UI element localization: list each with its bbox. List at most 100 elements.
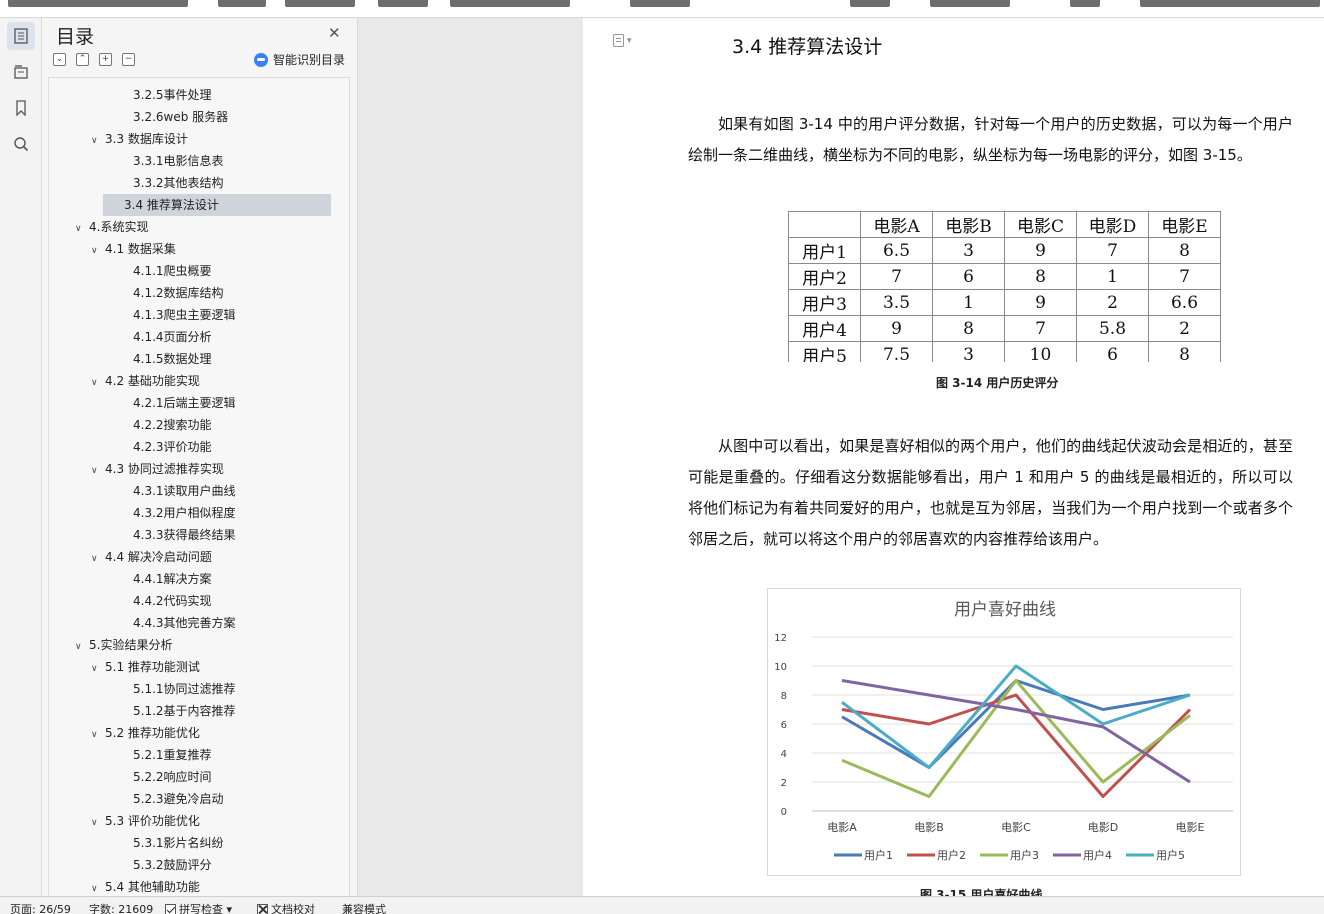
chevron-down-icon[interactable]: ∨ xyxy=(75,636,89,658)
table-cell: 7 xyxy=(1004,315,1077,342)
doc-check-toggle[interactable]: 文档校对 xyxy=(257,901,315,914)
toc-item[interactable]: 5.1.1协同过滤推荐 xyxy=(133,678,236,700)
column-header: 电影A xyxy=(860,211,933,238)
table-cell: 2 xyxy=(1076,289,1149,316)
toc-item[interactable]: 3.3.1电影信息表 xyxy=(133,150,224,172)
toc-item[interactable]: ∨ 4.4 解决冷启动问题 xyxy=(91,546,212,568)
search-icon[interactable] xyxy=(7,130,35,158)
toc-item[interactable]: 4.1.2数据库结构 xyxy=(133,282,224,304)
toc-item-label: 4.3.2用户相似程度 xyxy=(133,506,236,520)
rating-table: 电影A 电影B 电影C 电影D 电影E 用户1 6.5 3 9 7 8 用户2 7 6 8 1 7 用户3 3.5 1… xyxy=(788,211,1221,368)
chapter-nav-icon[interactable] xyxy=(7,58,35,86)
toc-item-label: 3.3.1电影信息表 xyxy=(133,154,224,168)
collapse-all-icon[interactable]: ⌄ xyxy=(53,53,66,66)
toc-item[interactable]: 3.3.2其他表结构 xyxy=(133,172,224,194)
table-cell: 1 xyxy=(932,289,1005,316)
toc-item[interactable]: 3.2.6web 服务器 xyxy=(133,106,228,128)
x-tick-label: 电影B xyxy=(914,821,944,834)
toc-item[interactable]: 4.4.1解决方案 xyxy=(133,568,212,590)
chevron-down-icon[interactable]: ∨ xyxy=(91,372,105,394)
expand-level-icon[interactable]: ⌃ xyxy=(76,53,89,66)
chevron-down-icon[interactable]: ∨ xyxy=(91,724,105,746)
toc-item[interactable]: 4.1.3爬虫主要逻辑 xyxy=(133,304,236,326)
toc-item-label: 5.3.2鼓励评分 xyxy=(133,858,212,872)
chevron-down-icon[interactable]: ∨ xyxy=(91,460,105,482)
toc-item-label: 4.3 协同过滤推荐实现 xyxy=(105,462,224,476)
checkbox-icon xyxy=(257,904,268,914)
toc-item[interactable]: ∨ 3.3 数据库设计 xyxy=(91,128,188,150)
toc-item-label: 4.4.3其他完善方案 xyxy=(133,616,236,630)
smart-toc-button[interactable]: 智能识别目录 xyxy=(254,51,345,68)
toc-item-label: 3.2.6web 服务器 xyxy=(133,110,229,124)
column-header: 电影D xyxy=(1076,211,1149,238)
chevron-down-icon[interactable]: ∨ xyxy=(91,878,105,896)
toc-item[interactable]: 5.2.3避免冷启动 xyxy=(133,788,224,810)
toc-item[interactable]: 4.3.3获得最终结果 xyxy=(133,524,236,546)
toc-item[interactable]: 4.4.2代码实现 xyxy=(133,590,212,612)
remove-heading-icon[interactable]: − xyxy=(122,53,135,66)
toc-item[interactable]: 3.2.5事件处理 xyxy=(133,84,212,106)
toc-item-label: 4.2.3评价功能 xyxy=(133,440,212,454)
toc-item[interactable]: 4.2.2搜索功能 xyxy=(133,414,212,436)
toc-item[interactable]: 4.1.1爬虫概要 xyxy=(133,260,212,282)
chevron-down-icon[interactable]: ∨ xyxy=(91,240,105,262)
toc-item[interactable]: ∨ 4.3 协同过滤推荐实现 xyxy=(91,458,224,480)
table-cell: 3 xyxy=(932,237,1005,264)
toc-item[interactable]: 4.3.2用户相似程度 xyxy=(133,502,236,524)
ai-icon xyxy=(254,52,268,67)
toc-item[interactable]: ∨ 5.1 推荐功能测试 xyxy=(91,656,200,678)
y-tick-label: 0 xyxy=(781,807,787,818)
toc-item[interactable]: 5.2.2响应时间 xyxy=(133,766,212,788)
toc-item[interactable]: 4.4.3其他完善方案 xyxy=(133,612,236,634)
toc-item[interactable]: 5.3.2鼓励评分 xyxy=(133,854,212,876)
chevron-down-icon[interactable]: ∨ xyxy=(91,658,105,680)
toc-item-label: 4.3.1读取用户曲线 xyxy=(133,484,236,498)
chevron-down-icon[interactable]: ∨ xyxy=(75,218,89,240)
add-heading-icon[interactable]: + xyxy=(99,53,112,66)
table-cell: 7 xyxy=(1076,237,1149,264)
chevron-down-icon[interactable]: ∨ xyxy=(91,812,105,834)
page-options-icon[interactable]: ▾ xyxy=(613,34,632,47)
toc-item[interactable]: 4.2.1后端主要逻辑 xyxy=(133,392,236,414)
word-count[interactable]: 字数: 21609 xyxy=(89,901,153,914)
toc-item-label: 4.2 基础功能实现 xyxy=(105,374,200,388)
toc-item[interactable]: 4.2.3评价功能 xyxy=(133,436,212,458)
table-cell: 9 xyxy=(1004,289,1077,316)
bookmark-icon[interactable] xyxy=(7,94,35,122)
toc-item-label: 3.4 推荐算法设计 xyxy=(124,198,219,212)
toc-item[interactable]: ∨ 4.2 基础功能实现 xyxy=(91,370,200,392)
close-icon[interactable]: ✕ xyxy=(328,24,341,42)
toc-item[interactable]: ∨ 4.系统实现 xyxy=(75,216,148,238)
table-row: 用户4 9 8 7 5.8 2 xyxy=(788,315,1221,342)
toc-item-label: 5.2.3避免冷启动 xyxy=(133,792,224,806)
page-count[interactable]: 页面: 26/59 xyxy=(10,901,71,914)
table-cell: 6.5 xyxy=(860,237,933,264)
toc-item[interactable]: 4.3.1读取用户曲线 xyxy=(133,480,236,502)
toc-panel-icon[interactable] xyxy=(7,22,35,50)
chevron-down-icon[interactable]: ∨ xyxy=(91,130,105,152)
toc-item-label: 4.1.1爬虫概要 xyxy=(133,264,212,278)
toc-item[interactable]: 3.4 推荐算法设计 xyxy=(103,194,331,216)
toc-item[interactable]: 5.2.1重复推荐 xyxy=(133,744,212,766)
toc-toolbar: ⌄ ⌃ + − xyxy=(53,53,135,66)
spell-check-toggle[interactable]: 拼写检查 ▾ xyxy=(165,901,232,914)
toc-item[interactable]: ∨ 5.2 推荐功能优化 xyxy=(91,722,200,744)
table-cell: 5.8 xyxy=(1076,315,1149,342)
doc-check-label: 文档校对 xyxy=(271,903,315,914)
toc-item[interactable]: ∨ 5.实验结果分析 xyxy=(75,634,172,656)
toc-item[interactable]: ∨ 4.1 数据采集 xyxy=(91,238,176,260)
figure-caption-3-14: 图 3-14 用户历史评分 xyxy=(936,376,1059,390)
toc-item[interactable]: ∨ 5.3 评价功能优化 xyxy=(91,810,200,832)
chevron-down-icon[interactable]: ∨ xyxy=(91,548,105,570)
toc-item[interactable]: 5.3.1影片名纠纷 xyxy=(133,832,224,854)
toc-item[interactable]: 4.1.4页面分析 xyxy=(133,326,212,348)
toc-item-label: 4.2.1后端主要逻辑 xyxy=(133,396,236,410)
toc-item-label: 3.2.5事件处理 xyxy=(133,88,212,102)
toc-item[interactable]: ∨ 5.4 其他辅助功能 xyxy=(91,876,200,896)
x-tick-label: 电影C xyxy=(1001,821,1031,834)
column-header: 电影B xyxy=(932,211,1005,238)
toc-item[interactable]: 4.1.5数据处理 xyxy=(133,348,212,370)
smart-toc-label: 智能识别目录 xyxy=(273,53,346,67)
toc-item[interactable]: 5.1.2基于内容推荐 xyxy=(133,700,236,722)
table-cell: 9 xyxy=(860,315,933,342)
